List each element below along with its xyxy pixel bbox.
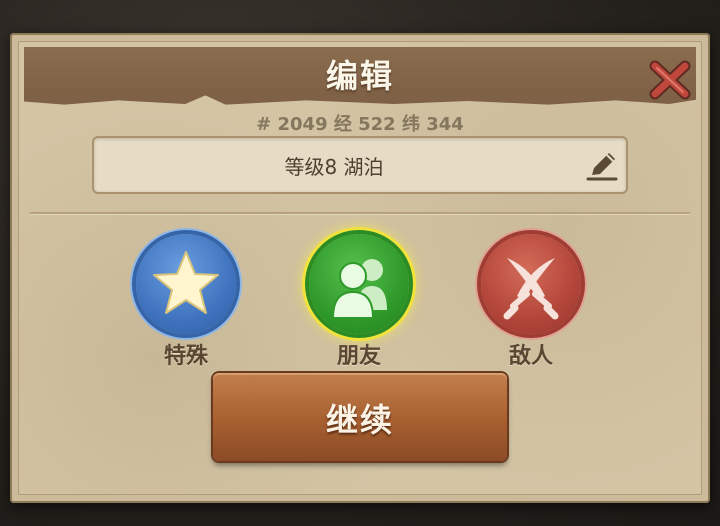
close-button[interactable] <box>647 58 693 102</box>
marker-name-field[interactable]: 等级8 湖泊 <box>92 136 628 194</box>
edit-dialog: 编辑 # 2049 经 522 纬 344 等级8 湖泊 特殊 朋友 敌人 继续 <box>10 33 710 503</box>
continue-button-label: 继续 <box>325 401 394 439</box>
close-icon <box>649 60 691 100</box>
choice-friend[interactable]: 朋友 <box>304 234 414 374</box>
continue-button[interactable]: 继续 <box>213 373 507 461</box>
friend-disc <box>309 234 409 334</box>
choice-enemy[interactable]: 敌人 <box>476 234 586 374</box>
crossed-swords-icon <box>503 258 559 320</box>
enemy-disc <box>481 234 581 334</box>
location-coordinates: # 2049 经 522 纬 344 <box>256 114 464 135</box>
friends-icon <box>331 259 387 319</box>
dialog-title: 编辑 <box>325 57 394 95</box>
star-icon <box>153 251 219 314</box>
section-divider <box>30 212 690 214</box>
choice-special[interactable]: 特殊 <box>131 234 241 374</box>
choice-enemy-label: 敌人 <box>508 344 553 369</box>
choice-friend-label: 朋友 <box>336 344 381 369</box>
special-disc <box>136 234 236 334</box>
edit-pencil-button[interactable] <box>584 147 620 183</box>
pencil-icon <box>586 153 618 181</box>
choice-special-label: 特殊 <box>163 344 208 369</box>
marker-name-value: 等级8 湖泊 <box>284 155 384 179</box>
